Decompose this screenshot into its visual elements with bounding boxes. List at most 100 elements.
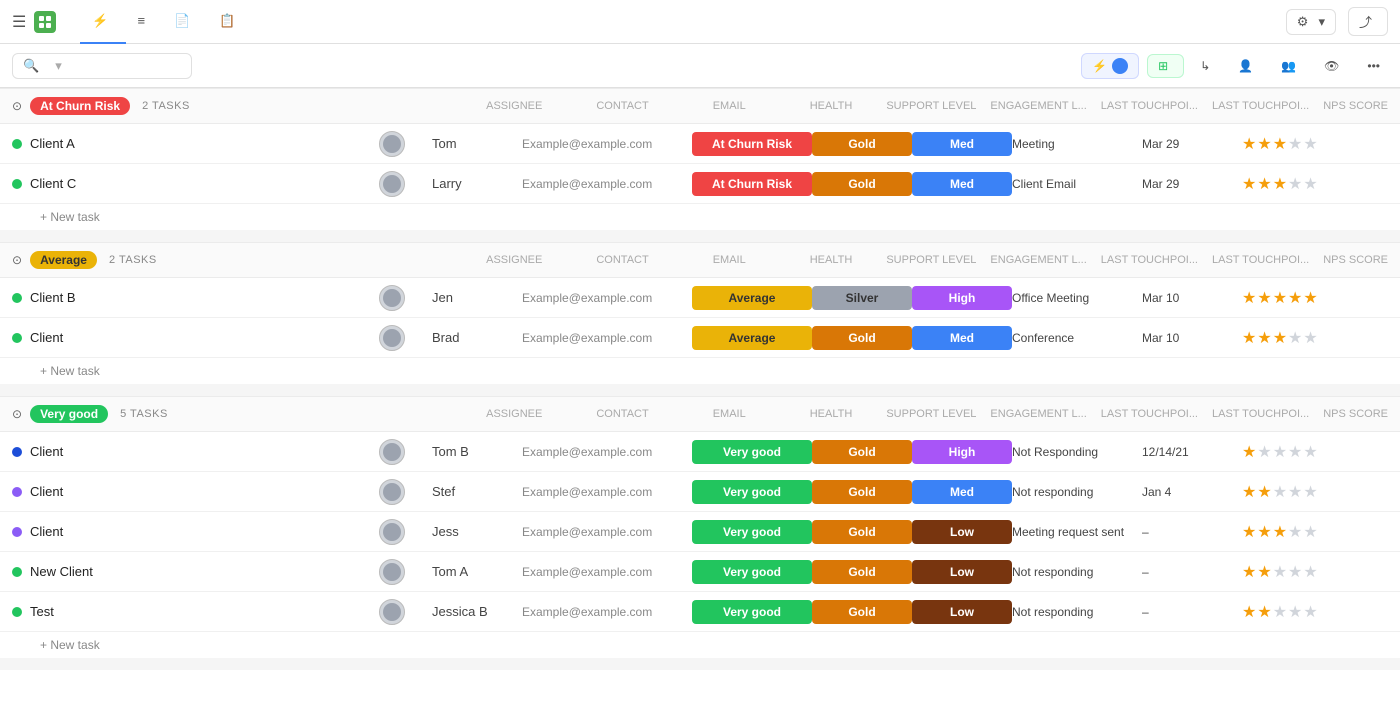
engagement-cell: Med <box>912 480 1012 504</box>
show-button[interactable]: 👁 <box>1316 55 1351 77</box>
tab-engagement[interactable]: ⚡ <box>80 0 125 44</box>
task-name-cell: Client <box>12 444 352 459</box>
automate-button[interactable]: ⚙ ▾ <box>1286 9 1336 35</box>
search-box[interactable]: 🔍 ▾ <box>12 53 192 79</box>
group-task-count-verygood: 5 TASKS <box>120 408 168 420</box>
last-touch-cell: Not Responding <box>1012 445 1142 459</box>
avatar <box>379 439 405 465</box>
last-date-cell: – <box>1142 565 1242 579</box>
last-touch-cell: Client Email <box>1012 177 1142 191</box>
group-divider <box>0 384 1400 396</box>
contact-cell: Jen <box>432 290 522 305</box>
feedback-icon: 📋 <box>219 13 235 29</box>
assignee-cell <box>352 559 432 585</box>
engagement-pill: Med <box>912 172 1012 196</box>
engagement-pill: Low <box>912 560 1012 584</box>
contact-cell: Tom B <box>432 444 522 459</box>
avatar <box>379 519 405 545</box>
task-row[interactable]: Client A Tom Example@example.com At Chur… <box>0 124 1400 164</box>
assignees-button[interactable]: 👥 <box>1273 55 1308 77</box>
support-pill: Gold <box>812 600 912 624</box>
star: ★ <box>1242 562 1256 582</box>
group-by-button[interactable]: ⊞ <box>1147 54 1184 78</box>
contact-cell: Larry <box>432 176 522 191</box>
support-cell: Gold <box>812 480 912 504</box>
me-button[interactable]: 👤 <box>1230 55 1265 77</box>
task-row[interactable]: Client Stef Example@example.com Very goo… <box>0 472 1400 512</box>
health-cell: Very good <box>692 520 812 544</box>
col-nps-header: NPS SCORE <box>1323 408 1388 420</box>
star: ★ <box>1303 328 1317 348</box>
group-toggle-average[interactable]: ⊙ <box>12 253 22 267</box>
task-row[interactable]: Client Brad Example@example.com Average … <box>0 318 1400 358</box>
star: ★ <box>1257 174 1271 194</box>
col-assignee-header: ASSIGNEE <box>486 408 542 420</box>
health-pill: Average <box>692 286 812 310</box>
health-pill: At Churn Risk <box>692 172 812 196</box>
new-task-button[interactable]: + New task <box>0 358 1400 384</box>
automate-chevron: ▾ <box>1318 14 1325 30</box>
engagement-cell: Low <box>912 520 1012 544</box>
star: ★ <box>1273 328 1287 348</box>
email-cell: Example@example.com <box>522 291 692 305</box>
filter-button[interactable]: ⚡ <box>1081 53 1139 79</box>
task-name: Client B <box>30 290 76 305</box>
new-task-button[interactable]: + New task <box>0 204 1400 230</box>
task-status-dot <box>12 333 22 343</box>
group-toggle-churn[interactable]: ⊙ <box>12 99 22 113</box>
col-engagement-header: ENGAGEMENT L... <box>990 408 1086 420</box>
subtasks-button[interactable]: ↳ <box>1192 55 1222 77</box>
contact-cell: Stef <box>432 484 522 499</box>
task-row[interactable]: Client Jess Example@example.com Very goo… <box>0 512 1400 552</box>
support-cell: Gold <box>812 520 912 544</box>
avatar <box>379 285 405 311</box>
star: ★ <box>1242 174 1256 194</box>
engagement-cell: Low <box>912 560 1012 584</box>
task-status-dot <box>12 293 22 303</box>
star: ★ <box>1242 602 1256 622</box>
table-container: ⊙ At Churn Risk 2 TASKS ASSIGNEE CONTACT… <box>0 88 1400 702</box>
tab-feedback[interactable]: 📋 <box>207 0 252 44</box>
assignee-cell <box>352 325 432 351</box>
task-row[interactable]: Test Jessica B Example@example.com Very … <box>0 592 1400 632</box>
task-name-cell: Client <box>12 484 352 499</box>
health-pill: Very good <box>692 600 812 624</box>
task-row[interactable]: Client B Jen Example@example.com Average… <box>0 278 1400 318</box>
contact-cell: Jessica B <box>432 604 522 619</box>
engagement-cell: Med <box>912 326 1012 350</box>
assignee-cell <box>352 439 432 465</box>
group-verygood: ⊙ Very good 5 TASKS ASSIGNEE CONTACT EMA… <box>0 396 1400 658</box>
star: ★ <box>1257 134 1271 154</box>
assignee-cell <box>352 479 432 505</box>
star: ★ <box>1257 562 1271 582</box>
avatar-inner <box>383 443 401 461</box>
star: ★ <box>1288 288 1302 308</box>
tab-view[interactable] <box>253 0 277 44</box>
task-row[interactable]: Client Tom B Example@example.com Very go… <box>0 432 1400 472</box>
task-status-dot <box>12 487 22 497</box>
tab-playbook[interactable]: 📄 <box>162 0 207 44</box>
task-name: Client A <box>30 136 75 151</box>
hamburger-menu[interactable]: ☰ <box>12 12 26 32</box>
assignee-cell <box>352 171 432 197</box>
task-name-cell: Client A <box>12 136 352 151</box>
health-pill: Average <box>692 326 812 350</box>
me-icon: 👤 <box>1238 59 1253 73</box>
engagement-pill: Low <box>912 600 1012 624</box>
group-toggle-verygood[interactable]: ⊙ <box>12 407 22 421</box>
health-pill: Very good <box>692 480 812 504</box>
last-date-cell: Mar 10 <box>1142 331 1242 345</box>
new-task-button[interactable]: + New task <box>0 632 1400 658</box>
star: ★ <box>1303 562 1317 582</box>
share-button[interactable]: ⤴ <box>1348 7 1388 36</box>
nps-stars: ★★★★★ <box>1242 174 1362 194</box>
star: ★ <box>1303 288 1317 308</box>
task-name: Client C <box>30 176 76 191</box>
assignee-cell <box>352 131 432 157</box>
task-row[interactable]: Client C Larry Example@example.com At Ch… <box>0 164 1400 204</box>
col-health-header: HEALTH <box>810 254 853 266</box>
more-button[interactable]: ••• <box>1359 55 1388 77</box>
task-row[interactable]: New Client Tom A Example@example.com Ver… <box>0 552 1400 592</box>
tab-renewal[interactable]: ≡ <box>126 0 163 44</box>
col-email-header: EMAIL <box>713 254 746 266</box>
